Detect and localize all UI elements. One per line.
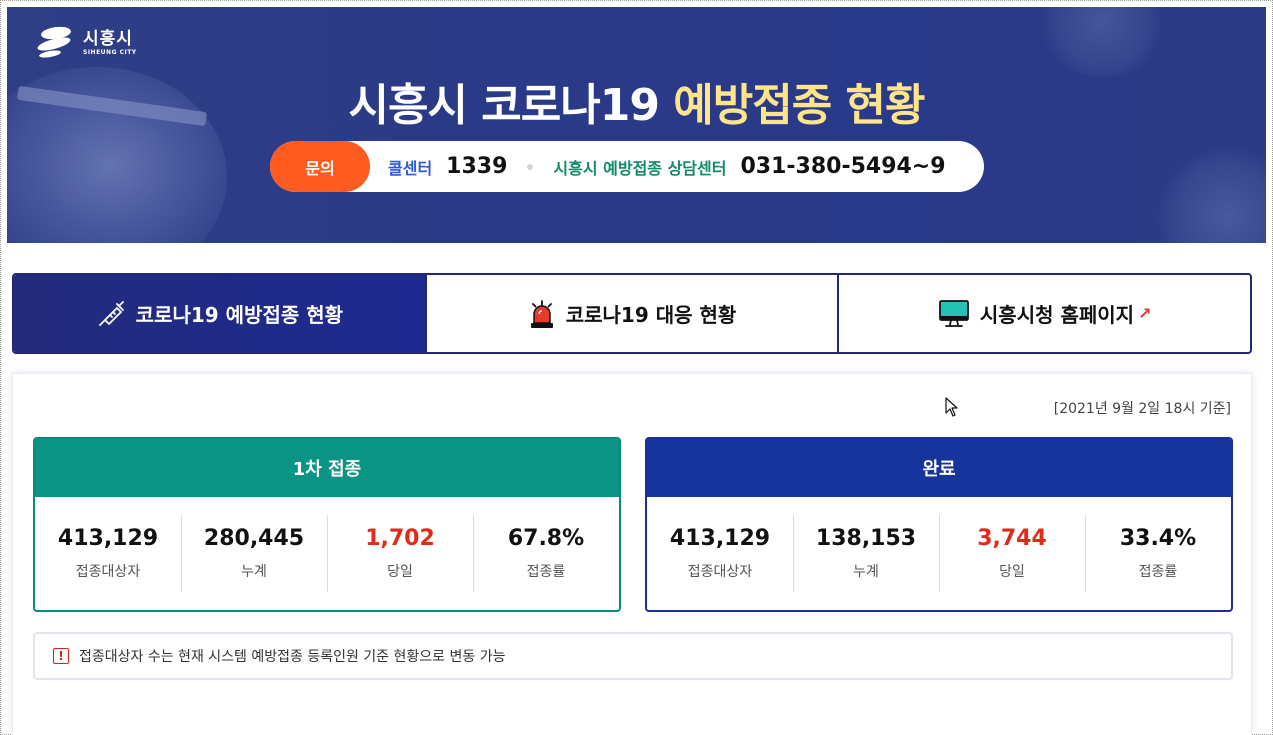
first-dose-card: 1차 접종 413,129 접종대상자 280,445 누계 1,702 당일 … <box>33 437 621 612</box>
virus-decoration <box>1157 147 1266 243</box>
stat-label: 누계 <box>853 564 879 580</box>
siren-icon <box>530 299 553 328</box>
call-center-number: 1339 <box>446 154 508 179</box>
stat-value: 67.8% <box>507 526 585 551</box>
page-title-highlight: 예방접종 현황 <box>673 80 925 131</box>
stat-label: 당일 <box>387 564 413 580</box>
main-tabs: 코로나19 예방접종 현황 코로나19 대응 현황 시흥시청 홈페이지 ↗ <box>12 273 1252 354</box>
stat-value: 413,129 <box>669 526 771 551</box>
inquiry-badge: 문의 <box>270 141 370 192</box>
stat-label: 누계 <box>241 564 267 580</box>
page-title: 시흥시 코로나19 예방접종 현황 <box>7 69 1266 133</box>
stat-target-population: 413,129 접종대상자 <box>35 497 181 610</box>
consult-center-number: 031-380-5494~9 <box>740 154 946 179</box>
tab-city-homepage[interactable]: 시흥시청 홈페이지 ↗ <box>839 275 1250 352</box>
stat-cumulative: 138,153 누계 <box>793 497 939 610</box>
logo-korean-text: 시흥시 <box>83 28 133 49</box>
stat-label: 당일 <box>999 564 1025 580</box>
stat-label: 접종대상자 <box>75 564 141 580</box>
syringe-icon <box>98 300 124 326</box>
stat-cumulative: 280,445 누계 <box>181 497 327 610</box>
call-center-label: 콜센터 <box>388 158 433 178</box>
notice-box: ! 접종대상자 수는 현재 시스템 예방접종 등록인원 기준 현황으로 변동 가… <box>33 632 1233 680</box>
logo-english-text: SIHEUNG CITY <box>83 48 137 56</box>
notice-text: 접종대상자 수는 현재 시스템 예방접종 등록인원 기준 현황으로 변동 가능 <box>79 649 506 665</box>
reference-timestamp: [2021년 9월 2일 18시 기준] <box>1053 401 1231 417</box>
page-title-main: 시흥시 코로나19 <box>348 80 674 131</box>
stat-target-population: 413,129 접종대상자 <box>647 497 793 610</box>
tab-response-status[interactable]: 코로나19 대응 현황 <box>427 275 840 352</box>
external-link-icon: ↗ <box>1138 304 1152 323</box>
stat-rate: 67.8% 접종률 <box>473 497 619 610</box>
contact-bar: 문의 콜센터 1339 시흥시 예방접종 상담센터 031-380-5494~9 <box>270 141 984 192</box>
stat-today: 1,702 당일 <box>327 497 473 610</box>
tab-vaccination-status[interactable]: 코로나19 예방접종 현황 <box>14 275 427 352</box>
card-title: 1차 접종 <box>35 439 619 497</box>
mouse-cursor-icon <box>945 397 958 417</box>
stat-value: 138,153 <box>815 526 917 551</box>
stat-value: 280,445 <box>203 526 305 551</box>
consult-center-label: 시흥시 예방접종 상담센터 <box>553 158 727 178</box>
stat-value: 413,129 <box>57 526 159 551</box>
stat-rate: 33.4% 접종률 <box>1085 497 1231 610</box>
stat-today: 3,744 당일 <box>939 497 1085 610</box>
separator-dot <box>527 163 534 170</box>
monitor-icon <box>938 299 969 327</box>
siheung-logo[interactable]: 시흥시 SIHEUNG CITY <box>35 24 137 61</box>
virus-decoration <box>1037 7 1167 77</box>
vaccination-panel: [2021년 9월 2일 18시 기준] 1차 접종 413,129 접종대상자… <box>12 373 1252 735</box>
tab-label: 시흥시청 홈페이지 <box>979 303 1135 327</box>
completed-dose-card: 완료 413,129 접종대상자 138,153 누계 3,744 당일 33.… <box>645 437 1233 612</box>
stat-value: 33.4% <box>1119 526 1197 551</box>
siheung-logo-icon <box>35 24 77 61</box>
hero-banner: 시흥시 SIHEUNG CITY 시흥시 코로나19 예방접종 현황 문의 콜센… <box>7 7 1266 243</box>
stat-label: 접종률 <box>1138 564 1178 580</box>
stat-value: 1,702 <box>365 526 435 551</box>
stat-label: 접종률 <box>526 564 566 580</box>
stat-value: 3,744 <box>977 526 1047 551</box>
card-title: 완료 <box>647 439 1231 497</box>
stat-label: 접종대상자 <box>687 564 753 580</box>
tab-label: 코로나19 예방접종 현황 <box>135 303 344 327</box>
warning-icon: ! <box>53 648 69 664</box>
tab-label: 코로나19 대응 현황 <box>565 303 737 327</box>
